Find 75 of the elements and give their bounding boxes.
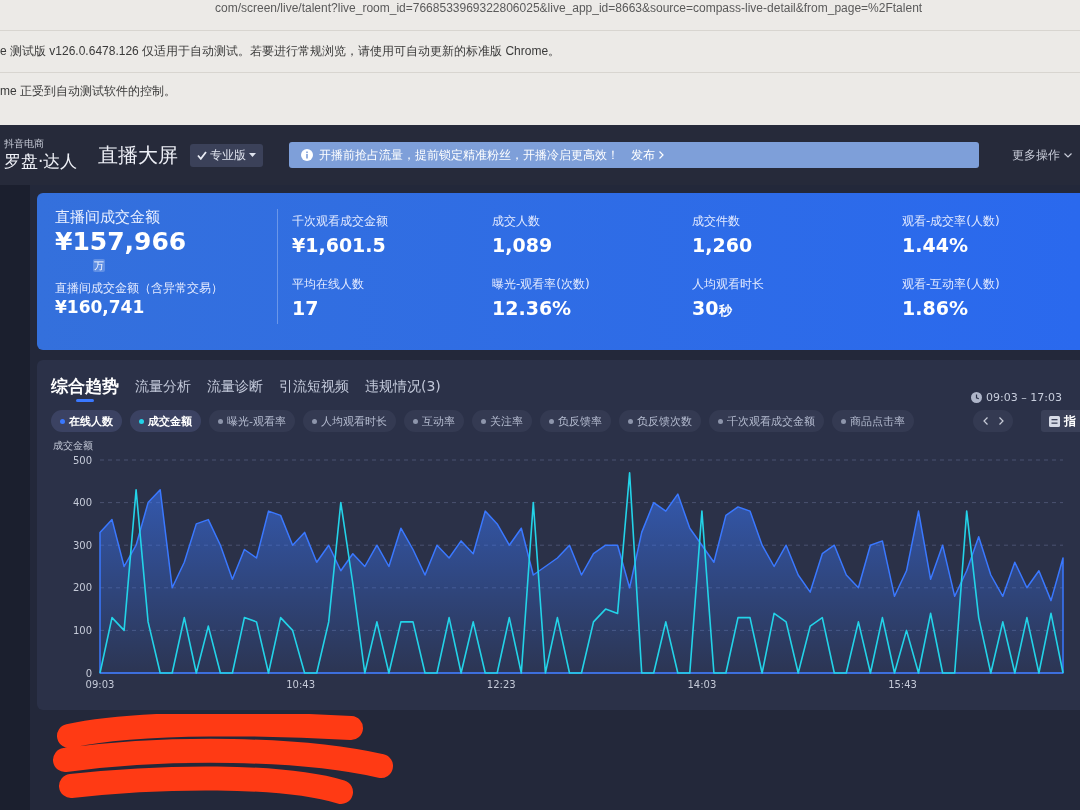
- metric-value: 1,260: [692, 233, 753, 257]
- metric-chip[interactable]: 成交金额: [130, 410, 201, 432]
- list-icon: [1049, 415, 1060, 427]
- axis-tick-label: 400: [72, 497, 92, 509]
- metric-label: 观看-成交率(人数): [902, 213, 1000, 229]
- brand-tagline: 抖音电商: [4, 138, 45, 150]
- metric-chip[interactable]: 在线人数: [51, 410, 122, 432]
- chevron-left-icon: [982, 417, 988, 425]
- axis-tick-label: 100: [72, 624, 92, 636]
- metric-value: 30秒: [692, 296, 733, 321]
- metric-value: ¥1,601.5: [292, 233, 386, 257]
- chevron-right-icon: [998, 417, 1004, 425]
- chevron-down-icon: [1064, 152, 1072, 158]
- tab[interactable]: 流量分析: [135, 376, 191, 402]
- metric-label: 平均在线人数: [292, 276, 364, 292]
- dot-icon: [718, 418, 723, 424]
- chevron-right-icon: [659, 151, 664, 159]
- clock-icon: [971, 392, 983, 403]
- axis-tick-label: 200: [72, 582, 92, 594]
- metrics-button[interactable]: 指: [1041, 410, 1080, 432]
- metric-chip[interactable]: 负反馈率: [540, 410, 611, 432]
- metric-label: 人均观看时长: [692, 276, 764, 292]
- axis-title: 成交金额: [53, 440, 93, 451]
- dot-icon: [312, 418, 317, 424]
- page-title: 直播大屏: [98, 141, 178, 169]
- metric-chip[interactable]: 千次观看成交金额: [709, 410, 824, 432]
- metric-label: 曝光-观看率(次数): [492, 276, 590, 292]
- axis-tick-label: 0: [85, 667, 92, 679]
- infobar-message: me 正受到自动测试软件的控制。: [0, 83, 176, 100]
- metric-label: 成交件数: [692, 213, 740, 229]
- tab[interactable]: 违规情况(3): [365, 376, 441, 402]
- metric-value: 1.86%: [902, 296, 968, 320]
- tab[interactable]: 综合趋势: [51, 376, 119, 402]
- infobar-message: e 测试版 v126.0.6478.126 仅适用于自动测试。若要进行常规浏览，请使用可自动更新的标准版 Chrome。: [0, 43, 561, 60]
- tab[interactable]: 流量诊断: [207, 376, 263, 402]
- more-actions-dropdown[interactable]: 更多操作: [1012, 144, 1072, 166]
- metric-value: ¥160,741: [55, 296, 145, 318]
- metric-chip[interactable]: 互动率: [404, 410, 464, 432]
- dot-icon: [841, 418, 846, 424]
- axis-tick-label: 10:43: [286, 679, 316, 690]
- metric-chip[interactable]: 负反馈次数: [619, 410, 701, 432]
- metric-value: 17: [292, 296, 319, 320]
- metric-chip[interactable]: 关注率: [472, 410, 532, 432]
- time-range-selector[interactable]: 09:03 – 17:03: [971, 391, 1062, 404]
- metric-value: 12.36%: [492, 296, 572, 320]
- metric-label: 观看-互动率(人数): [902, 276, 1000, 292]
- address-field[interactable]: com/screen/live/talent?live_room_id=7668533969322806025&live_app_id=8663&source=compass-live-detail&from_page=%2Ftalent: [215, 1, 923, 15]
- metric-chip[interactable]: 人均观看时长: [303, 410, 396, 432]
- check-icon: [197, 150, 207, 160]
- dot-icon: [413, 418, 418, 424]
- axis-tick-label: 12:23: [486, 679, 516, 690]
- metric-value: 1,089: [492, 233, 553, 257]
- dot-icon: [628, 418, 633, 424]
- metric-label: 千次观看成交金额: [292, 213, 388, 229]
- metric-label: 直播间成交金额: [55, 207, 160, 227]
- axis-tick-label: 14:03: [687, 679, 717, 690]
- axis-tick-label: 15:43: [888, 679, 917, 690]
- dot-icon: [481, 418, 486, 424]
- metric-chip[interactable]: 商品点击率: [832, 410, 914, 432]
- axis-tick-label: 500: [72, 454, 92, 466]
- notice-text: 开播前抢占流量，提前锁定精准粉丝，开播冷启更高效！: [319, 147, 619, 163]
- dot-icon: [549, 418, 554, 424]
- tab[interactable]: 引流短视频: [279, 376, 349, 402]
- metric-value: 1.44%: [902, 233, 968, 257]
- metric-value: ¥157,966: [55, 227, 187, 257]
- metric-chip[interactable]: 曝光-观看率: [209, 410, 295, 432]
- axis-tick-label: 300: [72, 539, 92, 551]
- metric-label: 成交人数: [492, 213, 540, 229]
- caret-icon: [249, 153, 256, 157]
- edition-dropdown[interactable]: 专业版: [190, 143, 263, 167]
- metric-label: 直播间成交金额（含异常交易）: [55, 280, 223, 296]
- dot-icon: [218, 418, 223, 424]
- brand-name: 罗盘·达人: [4, 150, 79, 172]
- info-icon: [301, 149, 313, 161]
- axis-tick-label: 09:03: [85, 679, 115, 690]
